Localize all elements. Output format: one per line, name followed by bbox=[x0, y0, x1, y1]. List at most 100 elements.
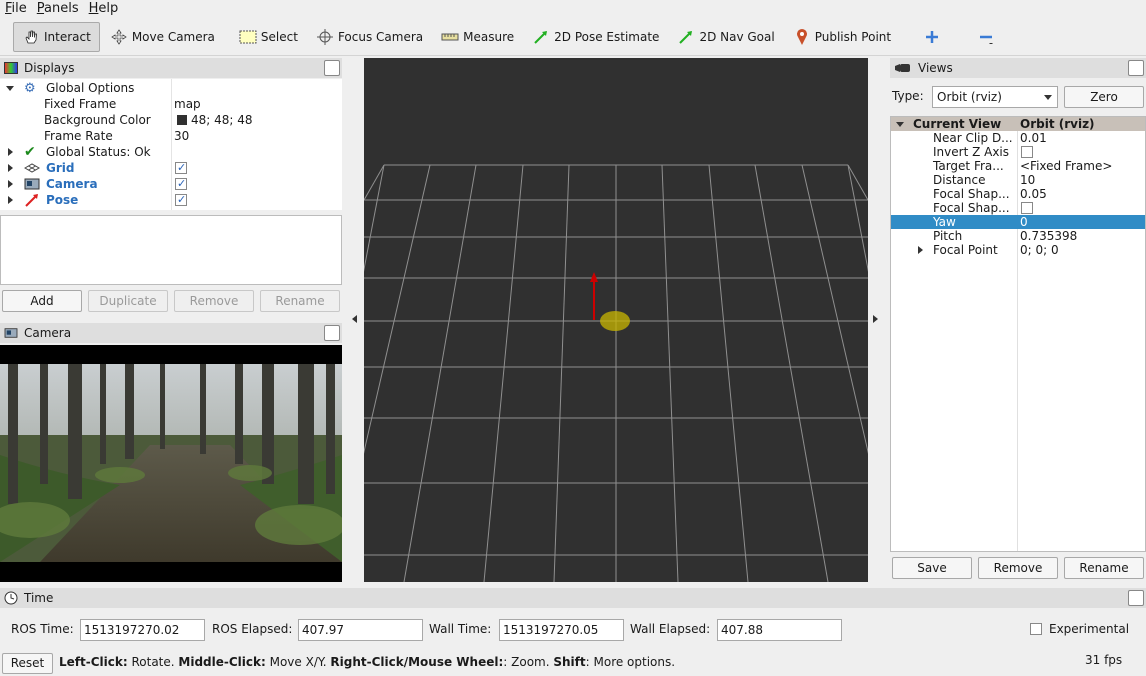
focal-shape-checkbox[interactable] bbox=[1021, 202, 1033, 214]
expand-arrow[interactable] bbox=[8, 196, 13, 204]
fixed-frame-value[interactable]: map bbox=[174, 96, 201, 112]
view-prop-row[interactable]: Focal Shap... 0.05 bbox=[891, 187, 1145, 201]
prop-value[interactable]: <Fixed Frame> bbox=[1020, 159, 1112, 173]
camera-panel-float-toggle[interactable] bbox=[324, 325, 340, 341]
toolbar: Interact Move Camera Select Focus Camera… bbox=[0, 19, 1146, 56]
experimental-checkbox[interactable] bbox=[1030, 623, 1042, 635]
nav-goal-label: 2D Nav Goal bbox=[699, 30, 775, 44]
move-arrows-icon bbox=[110, 28, 128, 46]
focus-camera-tool[interactable]: Focus Camera bbox=[308, 22, 431, 52]
menu-file[interactable]: File bbox=[0, 0, 32, 18]
color-swatch[interactable] bbox=[177, 115, 187, 125]
background-color-value[interactable]: 48; 48; 48 bbox=[191, 112, 253, 128]
prop-value[interactable]: 10 bbox=[1020, 173, 1035, 187]
remove-view-button[interactable]: Remove bbox=[978, 557, 1058, 579]
view-prop-row[interactable]: Pitch 0.735398 bbox=[891, 229, 1145, 243]
fixed-frame-row[interactable]: Fixed Frame map bbox=[0, 96, 342, 112]
rename-view-button[interactable]: Rename bbox=[1064, 557, 1144, 579]
displays-float-toggle[interactable] bbox=[324, 60, 340, 76]
camera-icon bbox=[4, 327, 18, 339]
publish-point-label: Publish Point bbox=[814, 30, 892, 44]
measure-tool[interactable]: Measure bbox=[433, 22, 522, 52]
ros-time-field[interactable]: 1513197270.02 bbox=[80, 619, 205, 641]
invert-z-checkbox[interactable] bbox=[1021, 146, 1033, 158]
red-arrow-icon bbox=[24, 192, 40, 210]
shift-desc: : More options. bbox=[585, 655, 676, 669]
expand-arrow[interactable] bbox=[6, 86, 14, 91]
clock-icon bbox=[4, 591, 18, 605]
plus-icon bbox=[923, 28, 941, 46]
prop-value[interactable]: 0.05 bbox=[1020, 187, 1047, 201]
displays-tree: ⚙ Global Options Fixed Frame map Backgro… bbox=[0, 79, 342, 210]
remove-tool-button[interactable] bbox=[969, 22, 1007, 52]
wall-elapsed-field[interactable]: 407.88 bbox=[717, 619, 842, 641]
view-prop-row[interactable]: Near Clip D... 0.01 bbox=[891, 131, 1145, 145]
view-prop-row[interactable]: Distance 10 bbox=[891, 173, 1145, 187]
wall-time-field[interactable]: 1513197270.05 bbox=[499, 619, 624, 641]
interact-label: Interact bbox=[44, 30, 91, 44]
duplicate-display-button[interactable]: Duplicate bbox=[88, 290, 168, 312]
expand-arrow[interactable] bbox=[8, 148, 13, 156]
collapse-left-arrow[interactable] bbox=[352, 315, 357, 323]
grid-enabled-checkbox[interactable] bbox=[175, 160, 187, 176]
time-float-toggle[interactable] bbox=[1128, 590, 1144, 606]
map-pin-icon bbox=[793, 28, 811, 46]
background-color-row[interactable]: Background Color 48; 48; 48 bbox=[0, 112, 342, 128]
select-tool[interactable]: Select bbox=[231, 22, 306, 52]
view-prop-row-selected[interactable]: Yaw 0 bbox=[891, 215, 1145, 229]
displays-icon bbox=[4, 62, 18, 74]
expand-arrow[interactable] bbox=[918, 246, 923, 254]
camera-display-row[interactable]: Camera bbox=[0, 176, 342, 192]
frame-rate-value[interactable]: 30 bbox=[174, 128, 189, 144]
views-float-toggle[interactable] bbox=[1128, 60, 1144, 76]
prop-value[interactable]: 0; 0; 0 bbox=[1020, 243, 1059, 257]
remove-display-button[interactable]: Remove bbox=[174, 290, 254, 312]
global-options-row[interactable]: ⚙ Global Options bbox=[0, 80, 342, 96]
view-prop-row[interactable]: Focal Shap... bbox=[891, 201, 1145, 215]
global-options-label: Global Options bbox=[46, 81, 135, 95]
pose-estimate-label: 2D Pose Estimate bbox=[554, 30, 660, 44]
save-view-button[interactable]: Save bbox=[892, 557, 972, 579]
prop-value[interactable]: 0.01 bbox=[1020, 131, 1047, 145]
zero-button[interactable]: Zero bbox=[1064, 86, 1144, 108]
camera-label: Camera bbox=[46, 177, 98, 191]
pose-estimate-tool[interactable]: 2D Pose Estimate bbox=[524, 22, 667, 52]
rename-display-button[interactable]: Rename bbox=[260, 290, 340, 312]
pose-covariance-ellipse bbox=[600, 311, 630, 331]
view-prop-row[interactable]: Focal Point 0; 0; 0 bbox=[891, 243, 1145, 257]
prop-value[interactable]: 0 bbox=[1020, 215, 1028, 229]
camera-enabled-checkbox[interactable] bbox=[175, 176, 187, 192]
ros-elapsed-field[interactable]: 407.97 bbox=[298, 619, 423, 641]
view-prop-row[interactable]: Invert Z Axis bbox=[891, 145, 1145, 159]
collapse-right-arrow[interactable] bbox=[873, 315, 878, 323]
left-click-key: Left-Click: bbox=[59, 655, 128, 669]
move-camera-label: Move Camera bbox=[131, 30, 215, 44]
view-prop-row[interactable]: Target Fra... <Fixed Frame> bbox=[891, 159, 1145, 173]
expand-arrow[interactable] bbox=[8, 180, 13, 188]
camera-panel-header: Camera bbox=[0, 323, 342, 343]
expand-arrow[interactable] bbox=[8, 164, 13, 172]
expand-arrow[interactable] bbox=[896, 122, 904, 127]
pose-enabled-checkbox[interactable] bbox=[175, 192, 187, 208]
nav-goal-tool[interactable]: 2D Nav Goal bbox=[669, 22, 782, 52]
frame-rate-row[interactable]: Frame Rate 30 bbox=[0, 128, 342, 144]
middle-click-desc: Move X/Y. bbox=[265, 655, 331, 669]
current-view-row[interactable]: Current View Orbit (rviz) bbox=[891, 117, 1145, 131]
global-status-row[interactable]: ✔ Global Status: Ok bbox=[0, 144, 342, 160]
pose-display-row[interactable]: Pose bbox=[0, 192, 342, 208]
add-display-button[interactable]: Add bbox=[2, 290, 82, 312]
interact-tool[interactable]: Interact bbox=[13, 22, 100, 52]
publish-point-tool[interactable]: Publish Point bbox=[785, 22, 899, 52]
reset-button[interactable]: Reset bbox=[2, 653, 53, 674]
grid-display-row[interactable]: Grid bbox=[0, 160, 342, 176]
menu-panels[interactable]: Panels bbox=[32, 0, 84, 18]
prop-value[interactable]: 0.735398 bbox=[1020, 229, 1077, 243]
view-type-select[interactable]: Orbit (rviz) bbox=[932, 86, 1058, 108]
prop-name: Yaw bbox=[933, 215, 956, 229]
render-viewport[interactable] bbox=[303, 58, 929, 583]
menu-help[interactable]: Help bbox=[84, 0, 124, 18]
video-camera-icon bbox=[894, 62, 912, 74]
add-tool-button[interactable] bbox=[915, 22, 953, 52]
move-camera-tool[interactable]: Move Camera bbox=[102, 22, 223, 52]
displays-panel-header: Displays bbox=[0, 58, 342, 78]
